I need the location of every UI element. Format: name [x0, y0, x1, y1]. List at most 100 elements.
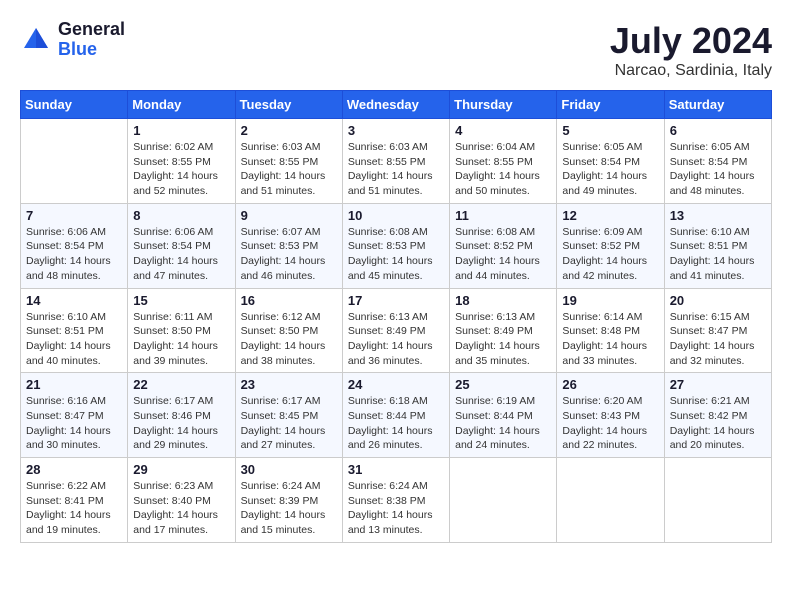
calendar-header-thursday: Thursday	[450, 91, 557, 119]
day-number: 26	[562, 377, 658, 392]
cell-content: Sunrise: 6:10 AM Sunset: 8:51 PM Dayligh…	[670, 225, 766, 284]
calendar-cell: 14 Sunrise: 6:10 AM Sunset: 8:51 PM Dayli…	[21, 288, 128, 373]
calendar-week-row: 14 Sunrise: 6:10 AM Sunset: 8:51 PM Dayli…	[21, 288, 772, 373]
cell-content: Sunrise: 6:22 AM Sunset: 8:41 PM Dayligh…	[26, 479, 122, 538]
calendar-cell: 4Sunrise: 6:04 AM Sunset: 8:55 PM Daylig…	[450, 119, 557, 204]
cell-content: Sunrise: 6:19 AM Sunset: 8:44 PM Dayligh…	[455, 394, 551, 453]
day-number: 18	[455, 293, 551, 308]
cell-content: Sunrise: 6:05 AM Sunset: 8:54 PM Dayligh…	[562, 140, 658, 199]
day-number: 25	[455, 377, 551, 392]
calendar-cell: 16Sunrise: 6:12 AM Sunset: 8:50 PM Dayli…	[235, 288, 342, 373]
cell-content: Sunrise: 6:24 AM Sunset: 8:39 PM Dayligh…	[241, 479, 337, 538]
calendar-header-saturday: Saturday	[664, 91, 771, 119]
day-number: 8	[133, 208, 229, 223]
calendar-cell: 9 Sunrise: 6:07 AM Sunset: 8:53 PM Daylig…	[235, 203, 342, 288]
calendar-week-row: 7 Sunrise: 6:06 AM Sunset: 8:54 PM Daylig…	[21, 203, 772, 288]
cell-content: Sunrise: 6:04 AM Sunset: 8:55 PM Dayligh…	[455, 140, 551, 199]
calendar-cell: 2 Sunrise: 6:03 AM Sunset: 8:55 PM Daylig…	[235, 119, 342, 204]
calendar-cell: 15 Sunrise: 6:11 AM Sunset: 8:50 PM Dayli…	[128, 288, 235, 373]
calendar-cell: 24 Sunrise: 6:18 AM Sunset: 8:44 PM Dayli…	[342, 373, 449, 458]
day-number: 20	[670, 293, 766, 308]
calendar-cell: 17 Sunrise: 6:13 AM Sunset: 8:49 PM Dayli…	[342, 288, 449, 373]
cell-content: Sunrise: 6:03 AM Sunset: 8:55 PM Dayligh…	[348, 140, 444, 199]
calendar-cell: 28 Sunrise: 6:22 AM Sunset: 8:41 PM Dayli…	[21, 458, 128, 543]
day-number: 3	[348, 123, 444, 138]
cell-content: Sunrise: 6:05 AM Sunset: 8:54 PM Dayligh…	[670, 140, 766, 199]
day-number: 2	[241, 123, 337, 138]
cell-content: Sunrise: 6:24 AM Sunset: 8:38 PM Dayligh…	[348, 479, 444, 538]
logo-icon	[20, 24, 52, 56]
day-number: 27	[670, 377, 766, 392]
cell-content: Sunrise: 6:06 AM Sunset: 8:54 PM Dayligh…	[133, 225, 229, 284]
cell-content: Sunrise: 6:09 AM Sunset: 8:52 PM Dayligh…	[562, 225, 658, 284]
header: General Blue July 2024 Narcao, Sardinia,…	[20, 20, 772, 80]
cell-content: Sunrise: 6:18 AM Sunset: 8:44 PM Dayligh…	[348, 394, 444, 453]
day-number: 16	[241, 293, 337, 308]
calendar-week-row: 21Sunrise: 6:16 AM Sunset: 8:47 PM Dayli…	[21, 373, 772, 458]
calendar-cell: 7 Sunrise: 6:06 AM Sunset: 8:54 PM Daylig…	[21, 203, 128, 288]
calendar-table: SundayMondayTuesdayWednesdayThursdayFrid…	[20, 90, 772, 543]
day-number: 30	[241, 462, 337, 477]
day-number: 13	[670, 208, 766, 223]
calendar-cell	[664, 458, 771, 543]
calendar-cell	[557, 458, 664, 543]
calendar-header-monday: Monday	[128, 91, 235, 119]
day-number: 19	[562, 293, 658, 308]
calendar-header-wednesday: Wednesday	[342, 91, 449, 119]
cell-content: Sunrise: 6:02 AM Sunset: 8:55 PM Dayligh…	[133, 140, 229, 199]
day-number: 17	[348, 293, 444, 308]
calendar-cell: 26 Sunrise: 6:20 AM Sunset: 8:43 PM Dayli…	[557, 373, 664, 458]
calendar-week-row: 28 Sunrise: 6:22 AM Sunset: 8:41 PM Dayli…	[21, 458, 772, 543]
day-number: 28	[26, 462, 122, 477]
cell-content: Sunrise: 6:11 AM Sunset: 8:50 PM Dayligh…	[133, 310, 229, 369]
cell-content: Sunrise: 6:20 AM Sunset: 8:43 PM Dayligh…	[562, 394, 658, 453]
calendar-cell: 22 Sunrise: 6:17 AM Sunset: 8:46 PM Dayli…	[128, 373, 235, 458]
day-number: 24	[348, 377, 444, 392]
calendar-cell: 8 Sunrise: 6:06 AM Sunset: 8:54 PM Daylig…	[128, 203, 235, 288]
calendar-cell: 10 Sunrise: 6:08 AM Sunset: 8:53 PM Dayli…	[342, 203, 449, 288]
cell-content: Sunrise: 6:07 AM Sunset: 8:53 PM Dayligh…	[241, 225, 337, 284]
cell-content: Sunrise: 6:21 AM Sunset: 8:42 PM Dayligh…	[670, 394, 766, 453]
day-number: 11	[455, 208, 551, 223]
location-subtitle: Narcao, Sardinia, Italy	[610, 62, 772, 80]
day-number: 1	[133, 123, 229, 138]
cell-content: Sunrise: 6:13 AM Sunset: 8:49 PM Dayligh…	[348, 310, 444, 369]
title-area: July 2024 Narcao, Sardinia, Italy	[610, 20, 772, 80]
calendar-header-tuesday: Tuesday	[235, 91, 342, 119]
cell-content: Sunrise: 6:23 AM Sunset: 8:40 PM Dayligh…	[133, 479, 229, 538]
logo: General Blue	[20, 20, 125, 60]
calendar-cell: 3 Sunrise: 6:03 AM Sunset: 8:55 PM Daylig…	[342, 119, 449, 204]
day-number: 22	[133, 377, 229, 392]
cell-content: Sunrise: 6:08 AM Sunset: 8:53 PM Dayligh…	[348, 225, 444, 284]
calendar-cell	[450, 458, 557, 543]
cell-content: Sunrise: 6:10 AM Sunset: 8:51 PM Dayligh…	[26, 310, 122, 369]
calendar-cell: 20Sunrise: 6:15 AM Sunset: 8:47 PM Dayli…	[664, 288, 771, 373]
cell-content: Sunrise: 6:06 AM Sunset: 8:54 PM Dayligh…	[26, 225, 122, 284]
cell-content: Sunrise: 6:03 AM Sunset: 8:55 PM Dayligh…	[241, 140, 337, 199]
cell-content: Sunrise: 6:17 AM Sunset: 8:46 PM Dayligh…	[133, 394, 229, 453]
cell-content: Sunrise: 6:14 AM Sunset: 8:48 PM Dayligh…	[562, 310, 658, 369]
day-number: 12	[562, 208, 658, 223]
day-number: 15	[133, 293, 229, 308]
day-number: 10	[348, 208, 444, 223]
day-number: 7	[26, 208, 122, 223]
calendar-header-row: SundayMondayTuesdayWednesdayThursdayFrid…	[21, 91, 772, 119]
calendar-cell: 6Sunrise: 6:05 AM Sunset: 8:54 PM Daylig…	[664, 119, 771, 204]
cell-content: Sunrise: 6:08 AM Sunset: 8:52 PM Dayligh…	[455, 225, 551, 284]
calendar-cell: 31Sunrise: 6:24 AM Sunset: 8:38 PM Dayli…	[342, 458, 449, 543]
day-number: 14	[26, 293, 122, 308]
calendar-cell: 12 Sunrise: 6:09 AM Sunset: 8:52 PM Dayli…	[557, 203, 664, 288]
calendar-cell: 5 Sunrise: 6:05 AM Sunset: 8:54 PM Daylig…	[557, 119, 664, 204]
day-number: 9	[241, 208, 337, 223]
calendar-header-sunday: Sunday	[21, 91, 128, 119]
month-year-title: July 2024	[610, 20, 772, 62]
calendar-cell: 18 Sunrise: 6:13 AM Sunset: 8:49 PM Dayli…	[450, 288, 557, 373]
calendar-header-friday: Friday	[557, 91, 664, 119]
calendar-week-row: 1 Sunrise: 6:02 AM Sunset: 8:55 PM Daylig…	[21, 119, 772, 204]
calendar-cell: 27 Sunrise: 6:21 AM Sunset: 8:42 PM Dayli…	[664, 373, 771, 458]
logo-general-text: General	[58, 20, 125, 40]
day-number: 5	[562, 123, 658, 138]
cell-content: Sunrise: 6:13 AM Sunset: 8:49 PM Dayligh…	[455, 310, 551, 369]
day-number: 23	[241, 377, 337, 392]
calendar-cell: 19 Sunrise: 6:14 AM Sunset: 8:48 PM Dayli…	[557, 288, 664, 373]
